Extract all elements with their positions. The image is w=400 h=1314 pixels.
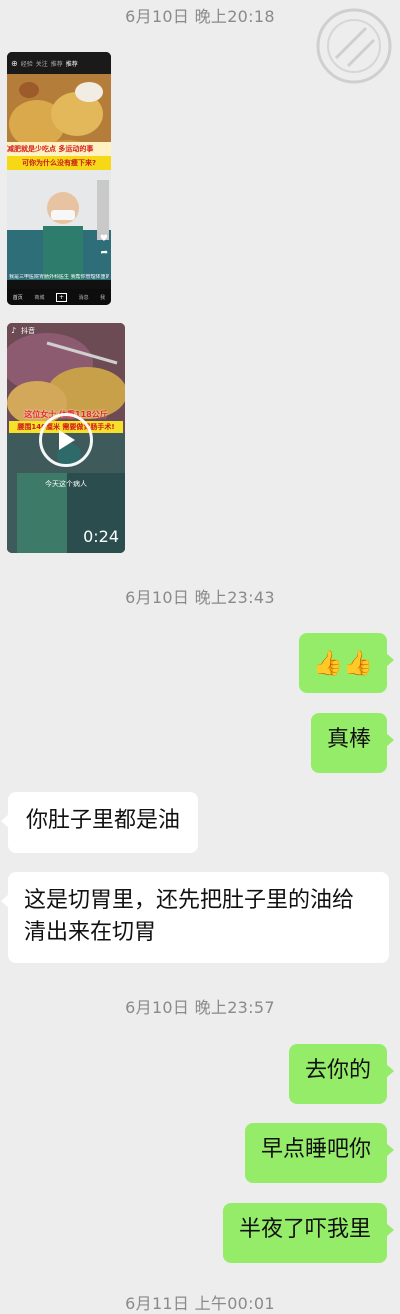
search-icon: ⊕: [11, 58, 18, 68]
timestamp: 6月10日 晚上23:57: [125, 998, 275, 1017]
message-bubble-outgoing[interactable]: 早点睡吧你: [244, 1123, 395, 1183]
video-tab: 推荐: [65, 60, 78, 68]
video-caption: 我是三甲医院胃肠外科医生 我帮你管理体重的: [9, 274, 109, 280]
video-subtitle: 今天这个病人: [45, 480, 87, 488]
video-top-bar: ⊕ 经验 关注 推荐 推荐: [7, 52, 111, 74]
video-headline-red: 减肥就是少吃点 多运动的事: [7, 142, 111, 156]
timestamp: 6月10日 晚上20:18: [125, 7, 275, 26]
play-icon: [59, 430, 75, 450]
message-text: 真棒: [326, 727, 371, 752]
message-bubble-outgoing[interactable]: 👍👍: [299, 633, 394, 693]
video-duration: 0:24: [83, 527, 119, 546]
thumbs-up-emoji: 👍👍: [313, 649, 373, 677]
message-bubble-incoming[interactable]: 这是切胃里，还先把肚子里的油给 清出来在切胃: [1, 872, 389, 963]
message-bubble-outgoing[interactable]: 半夜了吓我里: [222, 1203, 395, 1263]
video-tab: 经验: [20, 60, 33, 68]
nav-messages: 消息: [78, 294, 89, 301]
video-tab: 推荐: [50, 60, 63, 68]
message-text: 半夜了吓我里: [238, 1217, 371, 1242]
video-message-1[interactable]: ⊕ 经验 关注 推荐 推荐 减肥就是少吃点 多运动的事 可你为什么没有瘦下来? …: [7, 52, 111, 305]
app-logo-icon: ♪: [11, 326, 17, 335]
timestamp: 6月11日 上午00:01: [125, 1294, 275, 1313]
video-message-2[interactable]: ♪ 抖音 这位女士 体重118公斤 腰围140厘米 需要做胃肠手术! 今天这个病…: [7, 323, 125, 553]
message-text-line: 清出来在切胃: [24, 920, 157, 945]
message-bubble-outgoing[interactable]: 真棒: [310, 713, 395, 773]
message-text: 去你的: [304, 1058, 371, 1083]
message-bubble-incoming[interactable]: 你肚子里都是油: [0, 792, 199, 853]
nav-add: +: [55, 292, 67, 302]
message-text: 早点睡吧你: [260, 1137, 371, 1162]
message-bubble-outgoing[interactable]: 去你的: [288, 1044, 395, 1104]
message-text-line: 这是切胃里，还先把肚子里的油给: [24, 888, 355, 913]
nav-mall: 商城: [34, 294, 45, 301]
video-tab: 关注: [35, 60, 48, 68]
message-text: 你肚子里都是油: [26, 808, 181, 833]
video-headline-yellow: 可你为什么没有瘦下来?: [7, 156, 111, 170]
doctor-image: [7, 170, 111, 280]
share-icon: ➦: [100, 248, 108, 258]
timestamp: 6月10日 晚上23:43: [125, 588, 275, 607]
play-button[interactable]: [39, 413, 93, 467]
nav-home: 首页: [12, 294, 23, 301]
nav-me: 我: [100, 294, 106, 301]
heart-icon: ♥: [99, 234, 108, 244]
app-name: 抖音: [21, 327, 35, 335]
video-bottom-nav: 首页 商城 + 消息 我: [7, 289, 111, 305]
